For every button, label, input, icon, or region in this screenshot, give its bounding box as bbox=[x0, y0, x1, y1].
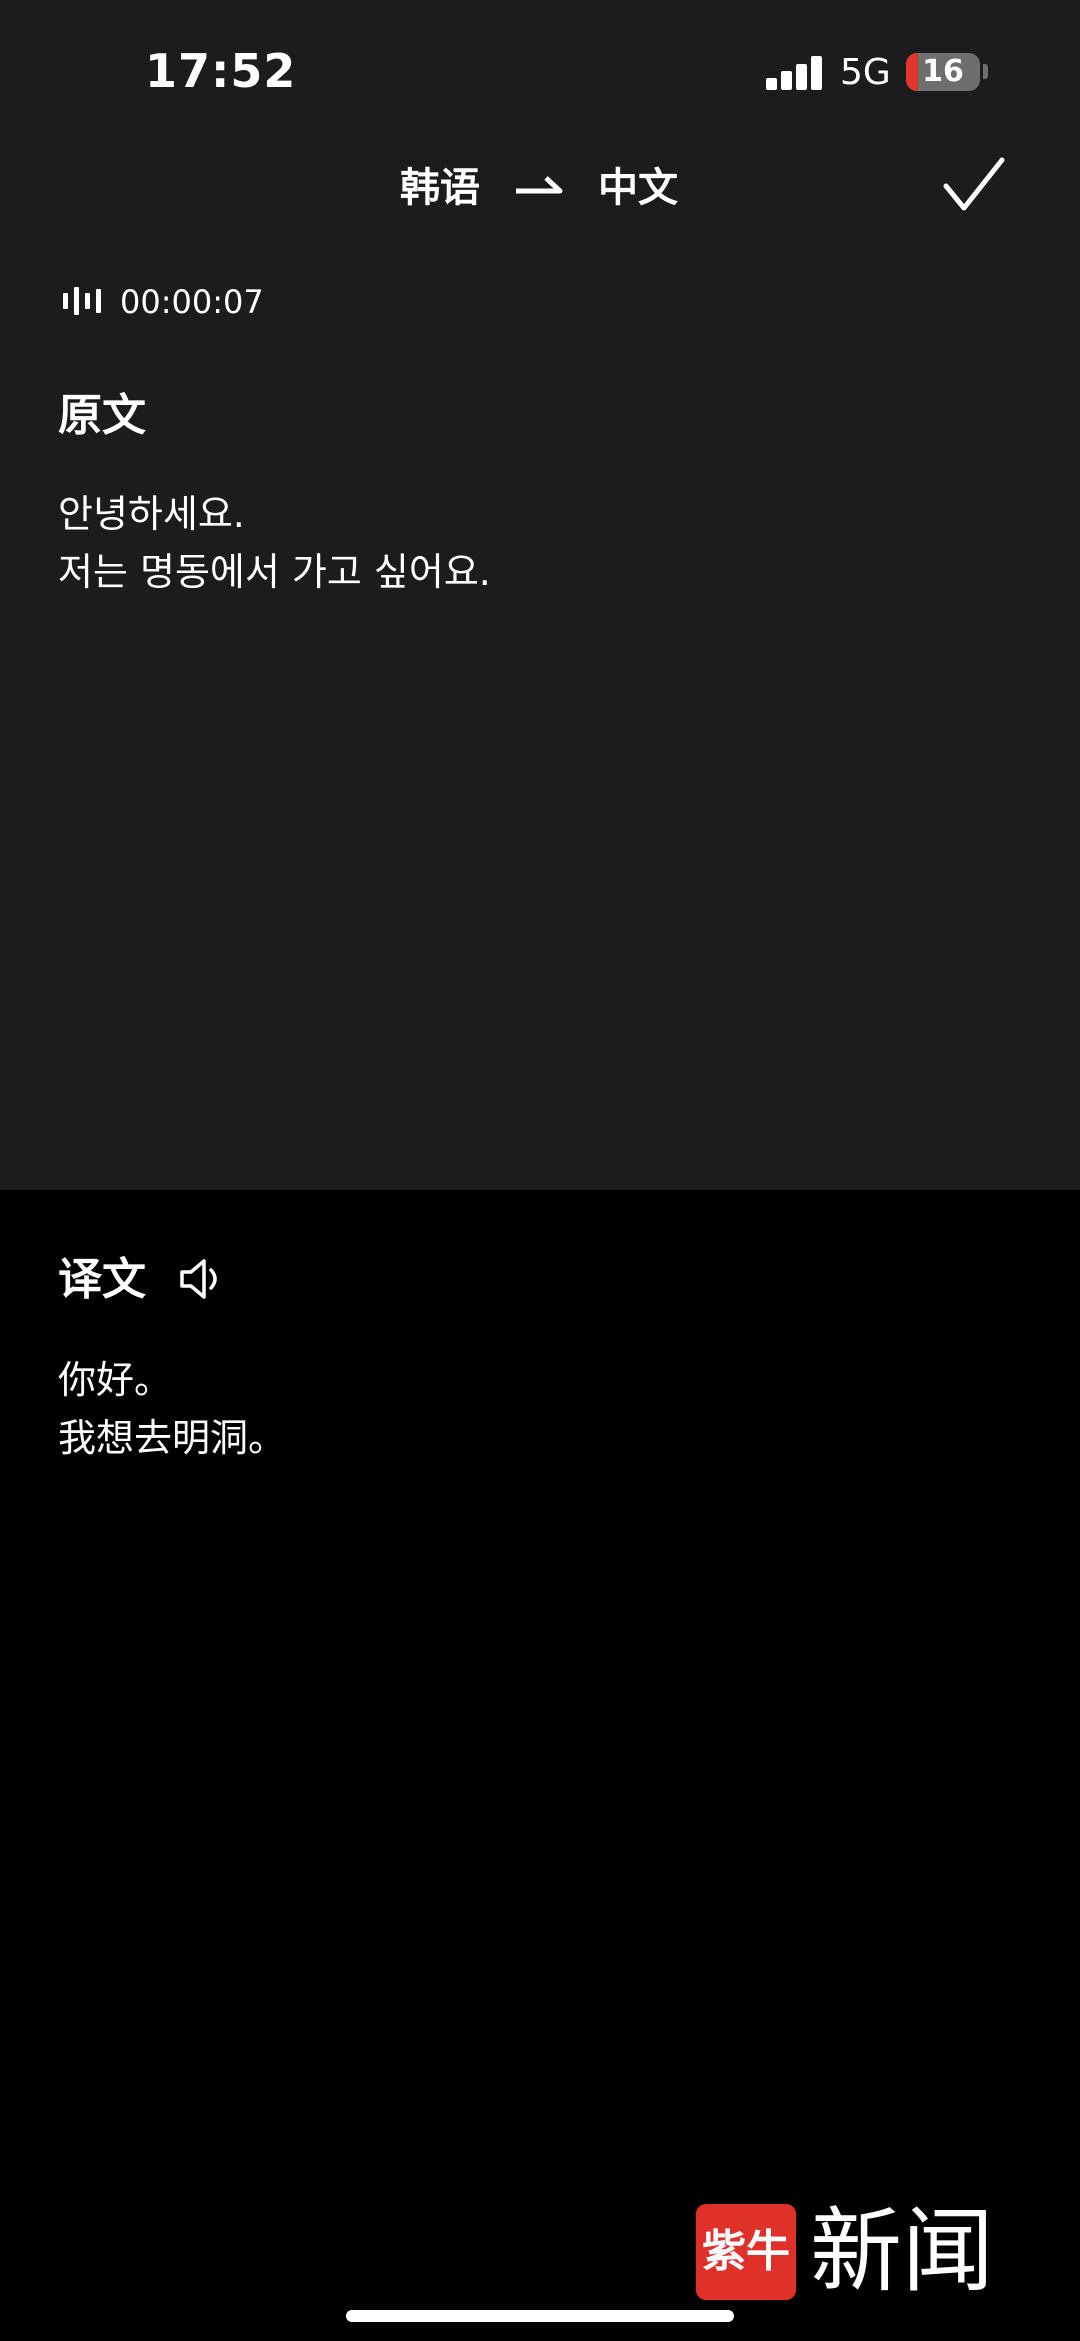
waveform-icon bbox=[63, 287, 101, 315]
speaker-icon[interactable] bbox=[178, 1255, 226, 1303]
translation-title: 译文 bbox=[58, 1254, 146, 1305]
target-language[interactable]: 中文 bbox=[598, 158, 678, 218]
language-selector[interactable]: 韩语 中文 bbox=[0, 158, 1080, 218]
network-type: 5G bbox=[840, 52, 891, 93]
translation-screen: 17:52 5G 16 韩语 中文 00:00:07 原文 안녕하세요. 저는 … bbox=[0, 0, 1080, 2341]
original-line: 안녕하세요. bbox=[58, 492, 245, 536]
battery-level: 16 bbox=[922, 54, 964, 89]
logo-mark: 紫牛 bbox=[702, 2226, 790, 2277]
status-time: 17:52 bbox=[145, 44, 297, 98]
original-line: 저는 명동에서 가고 싶어요. bbox=[58, 550, 491, 594]
cellular-signal-icon bbox=[766, 56, 824, 90]
arrow-right-icon bbox=[516, 176, 563, 194]
source-language[interactable]: 韩语 bbox=[400, 158, 480, 218]
translation-line: 我想去明洞。 bbox=[58, 1416, 287, 1460]
checkmark-icon[interactable] bbox=[942, 156, 1006, 214]
home-indicator[interactable] bbox=[346, 2310, 734, 2322]
original-panel: 17:52 5G 16 韩语 中文 00:00:07 原文 안녕하세요. 저는 … bbox=[0, 0, 1080, 1190]
translation-line: 你好。 bbox=[58, 1358, 173, 1402]
watermark-logo: 紫牛 bbox=[696, 2204, 796, 2300]
battery-icon: 16 bbox=[906, 53, 980, 91]
battery-cap bbox=[983, 64, 988, 79]
recording-timer: 00:00:07 bbox=[120, 283, 264, 321]
watermark-text: 新闻 bbox=[810, 2198, 995, 2305]
original-title: 原文 bbox=[58, 390, 146, 441]
